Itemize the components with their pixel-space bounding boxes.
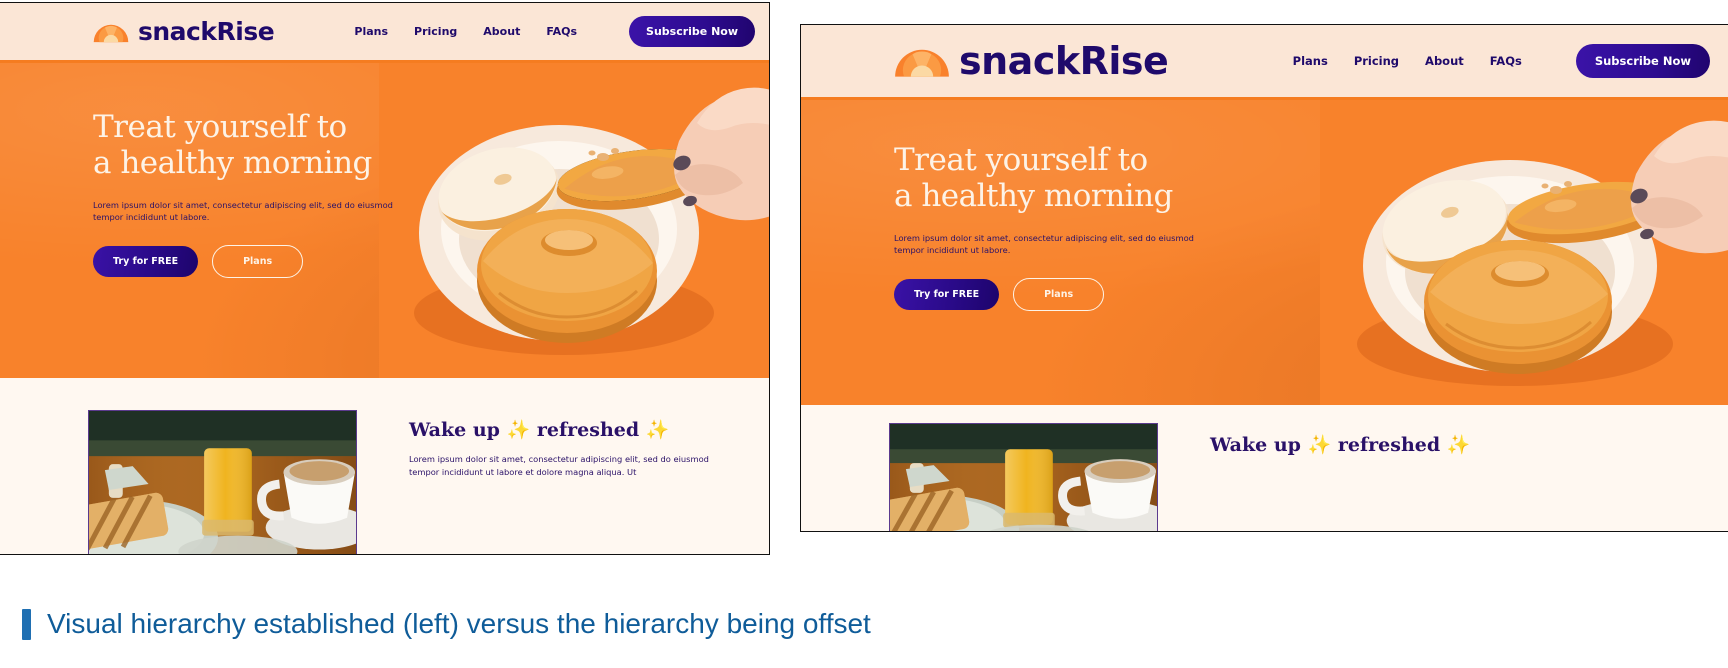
plans-button[interactable]: Plans	[212, 245, 304, 279]
nav-link-plans[interactable]: Plans	[1293, 54, 1328, 68]
nav-link-pricing[interactable]: Pricing	[1354, 54, 1399, 68]
brand-name: snackRise	[959, 39, 1169, 83]
nav-link-about[interactable]: About	[483, 25, 520, 38]
hero-title-line-2: a healthy morning	[894, 178, 1173, 215]
hero-cta-group: Try for FREE Plans	[93, 245, 393, 279]
nav-link-pricing[interactable]: Pricing	[414, 25, 457, 38]
try-for-free-button[interactable]: Try for FREE	[894, 279, 1000, 311]
feature-title-middle: refreshed	[1331, 434, 1447, 456]
feature-title: Wake up ✨ refreshed ✨	[1210, 433, 1530, 456]
hero-title-line-1: Treat yourself to	[93, 109, 347, 145]
try-for-free-button[interactable]: Try for FREE	[93, 246, 199, 278]
caption-accent-bar	[22, 608, 31, 640]
feature-photo-breakfast	[889, 423, 1158, 531]
sunrise-fan-icon	[894, 44, 950, 78]
mockup-panel-established: snackRise Plans Pricing About FAQs Subsc…	[0, 2, 770, 555]
site-navbar: snackRise Plans Pricing About FAQs Subsc…	[801, 25, 1728, 100]
feature-photo-breakfast	[88, 410, 357, 554]
sunrise-fan-icon	[93, 21, 129, 43]
hero-copy: Treat yourself to a healthy morning Lore…	[93, 109, 393, 279]
feature-subtitle: Lorem ipsum dolor sit amet, consectetur …	[409, 454, 709, 477]
hero-section: Treat yourself to a healthy morning Lore…	[0, 63, 769, 378]
plans-button[interactable]: Plans	[1013, 278, 1105, 312]
nav-link-faqs[interactable]: FAQs	[1490, 54, 1522, 68]
nav-link-about[interactable]: About	[1425, 54, 1464, 68]
sparkle-icon-2: ✨	[1446, 434, 1471, 456]
hero-title: Treat yourself to a healthy morning	[93, 109, 393, 182]
sparkle-icon-1: ✨	[506, 419, 531, 441]
hero-section: Treat yourself to a healthy morning Lore…	[801, 100, 1728, 405]
nav-links: Plans Pricing About FAQs Subscribe Now	[354, 16, 755, 47]
mockup-panel-offset: snackRise Plans Pricing About FAQs Subsc…	[800, 24, 1728, 532]
brand-logo[interactable]: snackRise	[93, 17, 275, 46]
hero-cta-group: Try for FREE Plans	[894, 278, 1194, 312]
feature-title: Wake up ✨ refreshed ✨	[409, 418, 709, 441]
hero-subtitle: Lorem ipsum dolor sit amet, consectetur …	[894, 232, 1194, 255]
feature-section: Wake up ✨ refreshed ✨	[801, 405, 1728, 531]
figure-caption: Visual hierarchy established (left) vers…	[22, 608, 871, 640]
sparkle-icon-1: ✨	[1307, 434, 1332, 456]
nav-links: Plans Pricing About FAQs Subscribe Now	[1293, 44, 1710, 78]
subscribe-now-button[interactable]: Subscribe Now	[1575, 44, 1710, 78]
feature-copy: Wake up ✨ refreshed ✨	[1210, 433, 1530, 456]
feature-section: Wake up ✨ refreshed ✨ Lorem ipsum dolor …	[0, 378, 769, 554]
hero-photo-bagel-plate	[1320, 100, 1728, 405]
caption-text: Visual hierarchy established (left) vers…	[47, 608, 871, 639]
hero-title-line-1: Treat yourself to	[894, 142, 1148, 178]
sparkle-icon-2: ✨	[645, 419, 670, 441]
feature-title-before: Wake up	[409, 419, 507, 441]
nav-link-faqs[interactable]: FAQs	[546, 25, 577, 38]
screenshot-stage: snackRise Plans Pricing About FAQs Subsc…	[0, 0, 1728, 668]
site-navbar: snackRise Plans Pricing About FAQs Subsc…	[0, 3, 769, 63]
feature-title-before: Wake up	[1210, 434, 1308, 456]
hero-subtitle: Lorem ipsum dolor sit amet, consectetur …	[93, 199, 393, 222]
brand-name: snackRise	[138, 17, 275, 46]
feature-copy: Wake up ✨ refreshed ✨ Lorem ipsum dolor …	[409, 418, 709, 479]
hero-photo-bagel-plate	[379, 63, 769, 378]
hero-title-line-2: a healthy morning	[93, 145, 372, 182]
hero-copy: Treat yourself to a healthy morning Lore…	[894, 142, 1194, 312]
brand-logo[interactable]: snackRise	[894, 39, 1169, 83]
hero-title: Treat yourself to a healthy morning	[894, 142, 1194, 215]
nav-link-plans[interactable]: Plans	[354, 25, 388, 38]
subscribe-now-button[interactable]: Subscribe Now	[629, 16, 755, 47]
feature-title-middle: refreshed	[530, 419, 646, 441]
